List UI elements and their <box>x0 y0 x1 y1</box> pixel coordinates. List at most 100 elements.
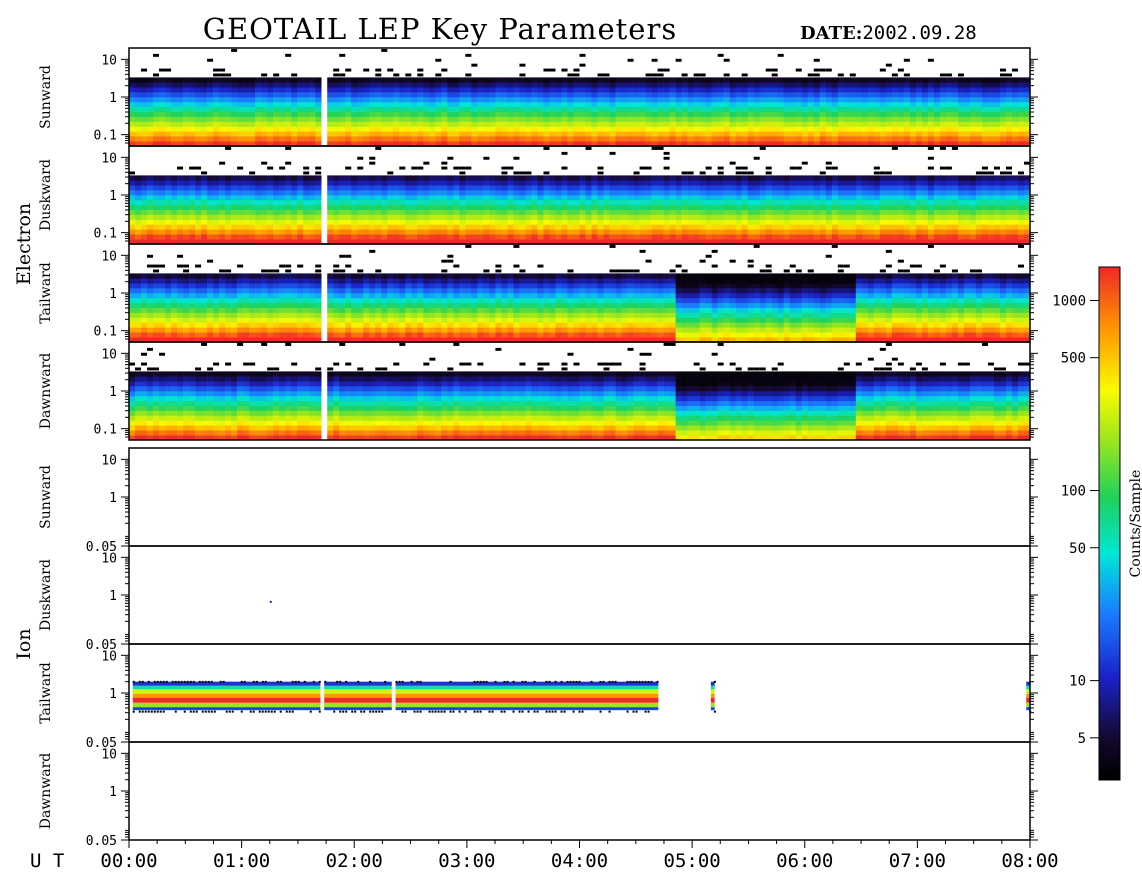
data-cell <box>627 82 634 88</box>
data-cell <box>387 195 394 201</box>
data-cell <box>201 111 208 117</box>
data-cell <box>183 199 190 206</box>
data-cell <box>879 214 887 220</box>
data-cell <box>687 224 694 230</box>
data-cell <box>645 185 652 191</box>
data-cell <box>795 87 803 93</box>
data-cell <box>291 332 298 338</box>
data-cell <box>153 229 160 235</box>
data-cell <box>411 126 418 132</box>
data-cell <box>141 224 148 230</box>
data-cell <box>771 180 779 186</box>
data-cell <box>183 92 190 98</box>
data-cell <box>705 190 712 196</box>
data-cell <box>903 214 911 220</box>
data-cell <box>567 92 574 98</box>
data-cell <box>219 219 226 225</box>
data-cell <box>243 322 250 328</box>
data-speck <box>375 68 382 72</box>
data-cell <box>837 185 845 191</box>
data-cell <box>297 199 304 206</box>
data-cell <box>507 229 514 235</box>
data-cell <box>729 101 736 108</box>
data-cell <box>633 97 640 103</box>
data-cell <box>501 101 508 108</box>
data-cell <box>909 126 917 132</box>
data-cell <box>921 116 929 122</box>
data-cell <box>243 297 250 304</box>
data-cell <box>855 195 863 201</box>
data-cell <box>549 224 556 230</box>
data-cell <box>303 126 310 132</box>
data-cell <box>693 190 700 196</box>
data-cell <box>333 101 340 108</box>
data-cell <box>717 92 724 98</box>
data-cell <box>873 180 881 186</box>
data-cell <box>867 204 875 210</box>
data-cell <box>645 116 652 122</box>
data-cell <box>231 273 238 279</box>
data-cell <box>501 234 508 240</box>
data-cell <box>789 214 797 220</box>
data-cell <box>711 175 718 181</box>
data-cell <box>579 214 586 220</box>
data-cell <box>597 180 604 186</box>
data-cell <box>471 82 478 88</box>
data-cell <box>765 180 773 186</box>
data-cell <box>153 126 160 132</box>
data-cell <box>753 180 760 186</box>
data-cell <box>225 126 232 132</box>
data-cell <box>291 106 298 112</box>
data-cell <box>537 77 544 83</box>
data-cell <box>525 101 532 108</box>
data-cell <box>801 214 809 220</box>
data-cell <box>429 77 436 83</box>
data-cell <box>963 180 971 186</box>
data-cell <box>699 175 706 181</box>
data-cell <box>291 297 298 304</box>
data-cell <box>531 87 538 93</box>
data-cell <box>837 234 845 240</box>
data-cell <box>843 106 851 112</box>
data-cell <box>897 101 905 108</box>
data-speck <box>183 269 190 273</box>
data-cell <box>183 111 190 117</box>
data-cell <box>549 121 556 127</box>
data-cell <box>255 175 262 181</box>
data-speck <box>213 68 220 72</box>
data-cell <box>555 116 562 122</box>
data-cell <box>825 111 833 117</box>
data-cell <box>531 204 538 210</box>
data-cell <box>801 126 809 132</box>
data-cell <box>849 195 857 201</box>
data-cell <box>723 101 730 108</box>
data-cell <box>237 288 244 294</box>
data-cell <box>915 190 923 196</box>
data-cell <box>621 234 628 240</box>
data-cell <box>249 278 256 284</box>
data-cell <box>303 77 310 83</box>
data-cell <box>657 97 664 103</box>
data-cell <box>765 209 773 215</box>
data-cell <box>231 190 238 196</box>
data-cell <box>285 219 292 225</box>
data-cell <box>369 126 376 132</box>
data-cell <box>285 322 292 328</box>
data-cell <box>837 199 845 206</box>
data-cell <box>711 199 718 206</box>
data-cell <box>315 121 322 127</box>
data-cell <box>255 322 262 328</box>
data-cell <box>435 180 442 186</box>
data-cell <box>489 121 496 127</box>
data-cell <box>963 111 971 117</box>
data-cell <box>771 111 779 117</box>
data-cell <box>153 312 160 318</box>
data-cell <box>339 234 346 240</box>
data-cell <box>585 199 592 206</box>
data-cell <box>735 106 742 112</box>
data-cell <box>639 87 646 93</box>
data-cell <box>339 111 346 117</box>
data-cell <box>801 195 809 201</box>
data-cell <box>495 87 502 93</box>
data-cell <box>873 185 881 191</box>
